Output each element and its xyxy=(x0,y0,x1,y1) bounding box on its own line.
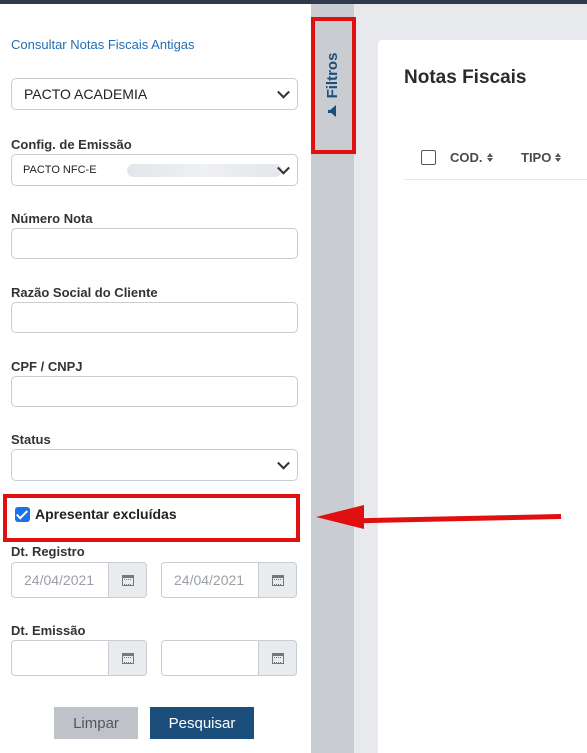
emission-date-from-input[interactable] xyxy=(11,640,109,676)
emission-date-label: Dt. Emissão xyxy=(11,623,86,638)
invoice-number-input[interactable] xyxy=(11,228,298,259)
sort-icon xyxy=(486,153,493,162)
calendar-button[interactable] xyxy=(109,640,147,676)
select-all-checkbox[interactable] xyxy=(421,150,436,165)
redacted-text xyxy=(127,164,282,177)
emission-config-label: Config. de Emissão xyxy=(11,137,132,152)
column-header-label: TIPO xyxy=(521,150,552,165)
column-header-cod[interactable]: COD. xyxy=(450,150,493,165)
sort-icon xyxy=(555,153,562,162)
client-name-label: Razão Social do Cliente xyxy=(11,285,158,300)
old-invoices-link[interactable]: Consultar Notas Fiscais Antigas xyxy=(11,37,195,52)
highlight-box-show-deleted xyxy=(3,494,300,542)
registration-date-label: Dt. Registro xyxy=(11,544,85,559)
emission-date-to xyxy=(161,640,297,676)
client-name-input[interactable] xyxy=(11,302,298,333)
cpf-cnpj-label: CPF / CNPJ xyxy=(11,359,83,374)
highlight-box-filters xyxy=(311,17,356,154)
calendar-button[interactable] xyxy=(259,562,297,598)
emission-date-from xyxy=(11,640,147,676)
chevron-down-icon xyxy=(277,456,290,470)
company-select-value: PACTO ACADEMIA xyxy=(24,86,148,102)
annotation-arrow-head xyxy=(316,505,364,529)
page-title: Notas Fiscais xyxy=(404,67,527,88)
registration-date-from: 24/04/2021 xyxy=(11,562,147,598)
registration-date-to: 24/04/2021 xyxy=(161,562,297,598)
calendar-button[interactable] xyxy=(259,640,297,676)
chevron-down-icon xyxy=(277,85,290,99)
registration-date-from-input[interactable]: 24/04/2021 xyxy=(11,562,109,598)
column-header-tipo[interactable]: TIPO xyxy=(521,150,562,165)
emission-config-select[interactable]: PACTO NFC-E xyxy=(11,154,298,186)
calendar-button[interactable] xyxy=(109,562,147,598)
calendar-icon xyxy=(271,574,284,586)
cpf-cnpj-input[interactable] xyxy=(11,376,298,407)
clear-button[interactable]: Limpar xyxy=(54,707,138,739)
emission-config-value: PACTO NFC-E xyxy=(23,164,97,176)
emission-date-to-input[interactable] xyxy=(161,640,259,676)
registration-date-to-input[interactable]: 24/04/2021 xyxy=(161,562,259,598)
company-select[interactable]: PACTO ACADEMIA xyxy=(11,78,298,110)
table-header-divider xyxy=(404,179,587,180)
search-button[interactable]: Pesquisar xyxy=(150,707,254,739)
calendar-icon xyxy=(121,652,134,664)
invoices-card xyxy=(378,40,587,753)
status-select[interactable] xyxy=(11,449,298,481)
calendar-icon xyxy=(121,574,134,586)
column-header-label: COD. xyxy=(450,150,483,165)
invoice-number-label: Número Nota xyxy=(11,211,93,226)
status-label: Status xyxy=(11,432,51,447)
calendar-icon xyxy=(271,652,284,664)
